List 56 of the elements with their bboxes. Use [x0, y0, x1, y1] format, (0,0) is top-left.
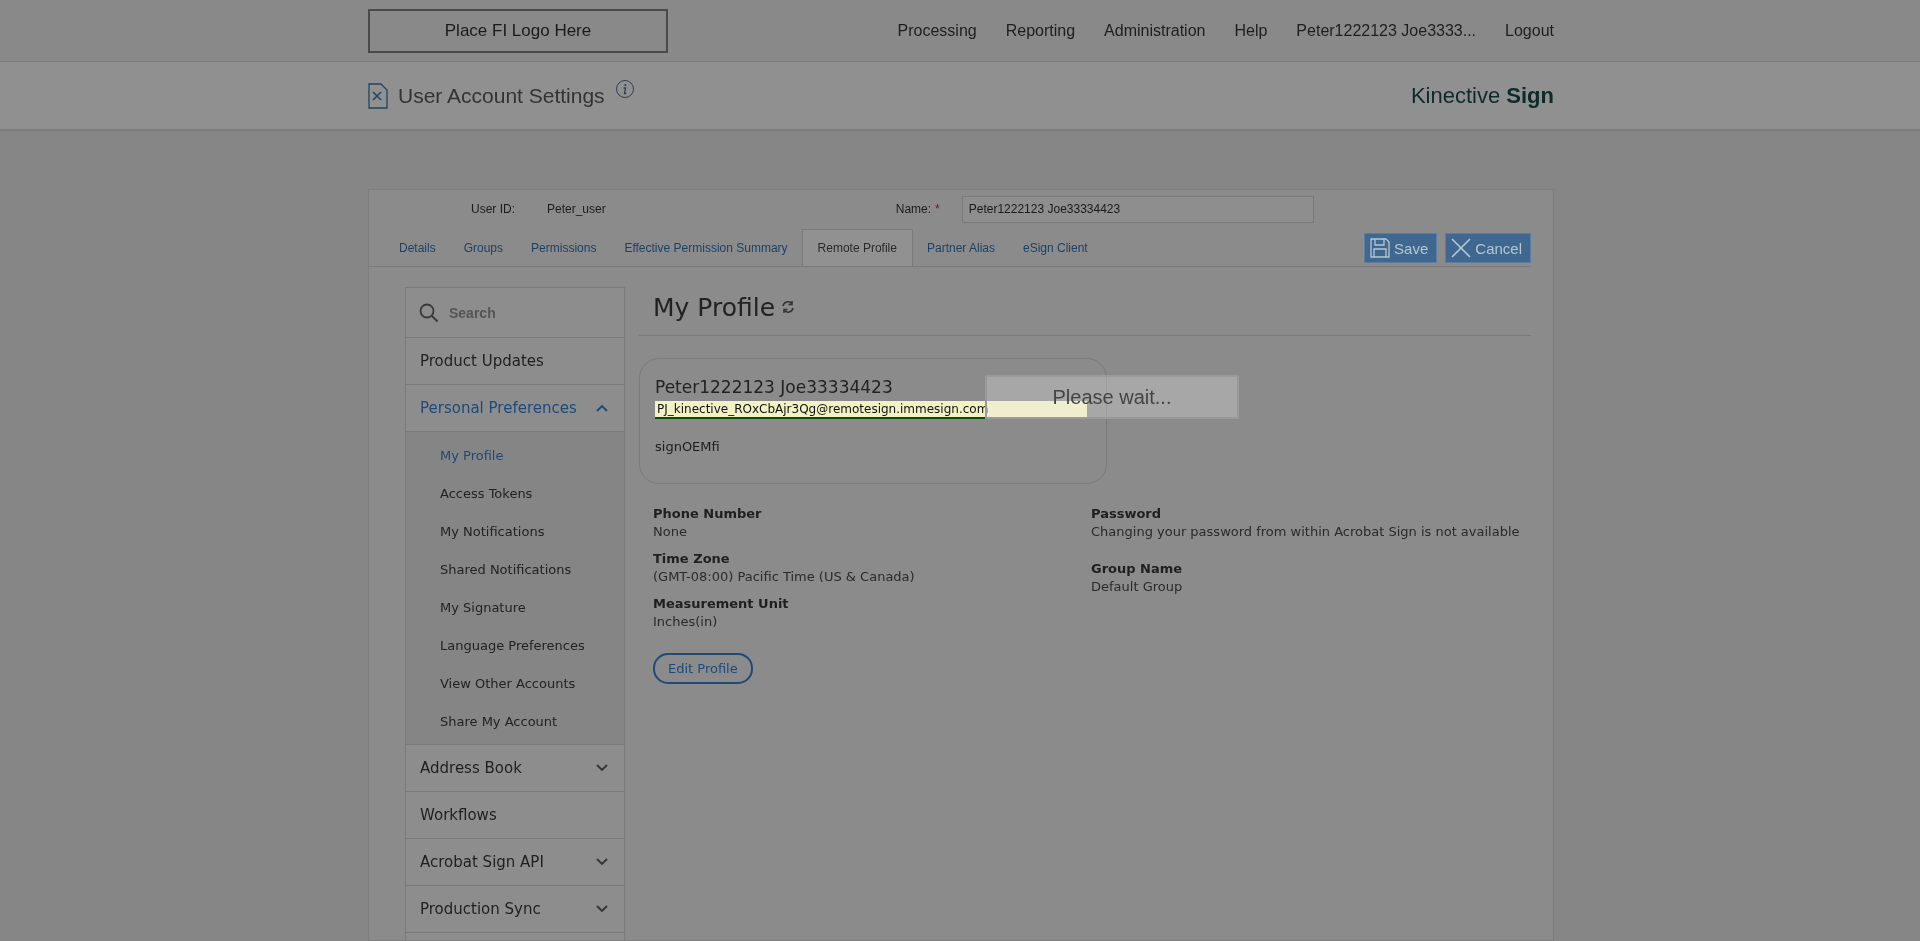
field-label: Measurement Unit	[653, 596, 790, 611]
sidebar-item[interactable]: Workflows	[406, 792, 624, 839]
close-icon	[1451, 238, 1472, 258]
page-title: User Account Settings	[398, 83, 605, 108]
field-label: Phone Number	[653, 506, 763, 521]
sidebar-subitem[interactable]: Language Preferences	[406, 626, 624, 664]
tab[interactable]: eSign Client	[1009, 229, 1102, 266]
nav-link[interactable]: Administration	[1104, 21, 1206, 40]
name-label: Name:	[895, 202, 932, 216]
field-label: Group Name	[1091, 561, 1184, 576]
nav-link[interactable]: Processing	[897, 21, 977, 40]
edit-profile-button[interactable]: Edit Profile	[653, 653, 753, 684]
tab[interactable]: Groups	[449, 229, 518, 266]
field-value: (GMT-08:00) Pacific Time (US & Canada)	[653, 569, 916, 584]
user-id-value: Peter_user	[547, 202, 606, 216]
search-field[interactable]: Search	[447, 303, 601, 322]
field-value: None	[653, 524, 688, 539]
sidebar-subitem[interactable]: My Notifications	[406, 512, 624, 550]
section-heading: My Profile	[653, 292, 776, 322]
tab[interactable]: Effective Permission Summary	[610, 229, 802, 266]
account-name: signOEMfi	[655, 439, 721, 454]
search-icon	[419, 302, 439, 323]
field-value: Default Group	[1091, 579, 1184, 594]
logo-placeholder-text: Place FI Logo Here	[444, 20, 592, 41]
sidebar-subitem[interactable]: Access Tokens	[406, 474, 624, 512]
document-icon	[368, 82, 388, 109]
field-label: Password	[1091, 506, 1163, 521]
name-input-field[interactable]: Peter1222123 Joe33334423	[961, 195, 1314, 223]
nav-link[interactable]: Reporting	[1005, 21, 1076, 40]
required-mark: *	[935, 202, 940, 216]
sidebar-item[interactable]: Address Book	[406, 745, 624, 792]
user-id-label: User ID:	[471, 202, 515, 216]
sidebar-subitem[interactable]: My Profile	[406, 436, 624, 474]
tab[interactable]: Remote Profile	[801, 229, 913, 266]
info-icon[interactable]	[614, 78, 635, 99]
field-label: Time Zone	[653, 551, 731, 566]
refresh-icon[interactable]	[781, 300, 796, 314]
nav-link[interactable]: Help	[1234, 21, 1268, 40]
sidebar-item[interactable]: Production Sync	[406, 886, 624, 933]
profile-name: Peter1222123 Joe33334423	[655, 377, 893, 397]
brand-logo: Kinective Sign	[1410, 82, 1554, 109]
sidebar-item[interactable]: Product Updates	[406, 338, 624, 385]
sidebar-subitem[interactable]: Shared Notifications	[406, 550, 624, 588]
save-button[interactable]: Save	[1364, 233, 1438, 263]
tab[interactable]: Details	[385, 229, 450, 266]
sidebar-item[interactable]: Acrobat Sign API	[406, 839, 624, 886]
nav-link[interactable]: Logout	[1505, 21, 1554, 40]
tab[interactable]: Permissions	[517, 229, 611, 266]
cancel-button[interactable]: Cancel	[1445, 233, 1531, 263]
field-value: Inches(in)	[653, 614, 719, 629]
sidebar-subitem[interactable]: My Signature	[406, 588, 624, 626]
sidebar-subitem[interactable]: Share My Account	[406, 702, 624, 740]
field-value: Changing your password from within Acrobat Sign is not available	[1091, 524, 1521, 539]
nav-link[interactable]: Peter1222123 Joe3333...	[1296, 21, 1477, 40]
tab[interactable]: Partner Alias	[912, 229, 1009, 266]
sidebar-subitem[interactable]: View Other Accounts	[406, 664, 624, 702]
